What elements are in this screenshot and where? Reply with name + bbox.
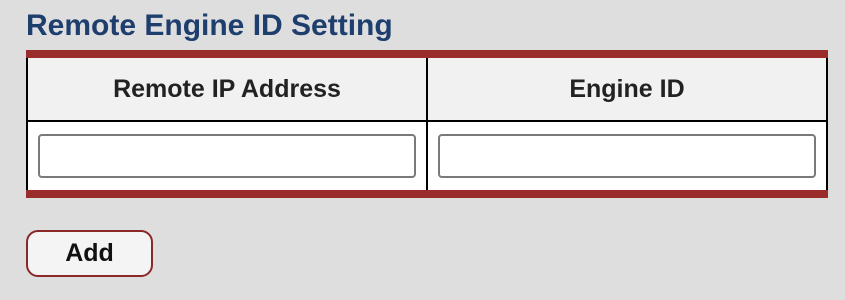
column-header-engine-id: Engine ID bbox=[426, 58, 828, 122]
table-row bbox=[26, 121, 828, 190]
column-header-remote-ip: Remote IP Address bbox=[26, 58, 428, 122]
remote-engine-table: Remote IP Address Engine ID bbox=[26, 50, 828, 198]
engine-id-cell bbox=[426, 121, 828, 190]
engine-id-input[interactable] bbox=[438, 134, 816, 178]
add-button[interactable]: Add bbox=[26, 230, 153, 277]
page-title: Remote Engine ID Setting bbox=[26, 9, 393, 42]
table-header-row: Remote IP Address Engine ID bbox=[26, 58, 828, 122]
remote-ip-cell bbox=[26, 121, 428, 190]
remote-ip-address-input[interactable] bbox=[38, 134, 416, 178]
